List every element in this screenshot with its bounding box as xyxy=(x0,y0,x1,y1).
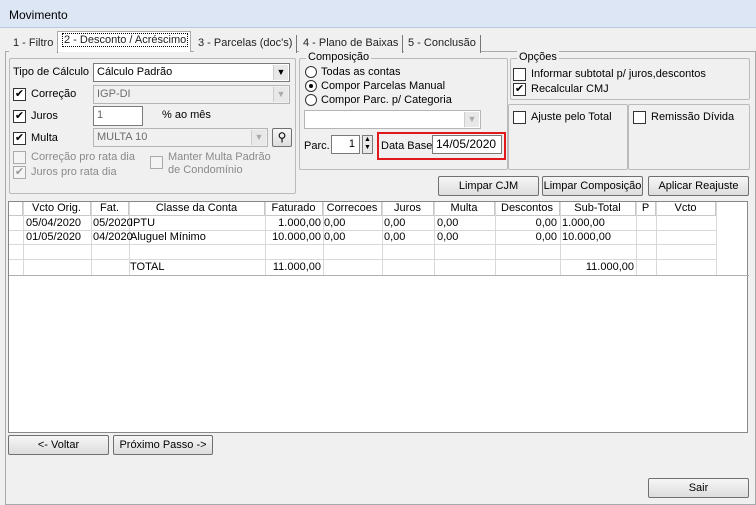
radio-todas-contas-label: Todas as contas xyxy=(321,66,401,78)
cell-descontos: 0,00 xyxy=(535,231,557,243)
cell-juros: 0,00 xyxy=(384,231,406,243)
col-vcto[interactable]: Vcto xyxy=(656,202,716,216)
col-classe-conta[interactable]: Classe da Conta xyxy=(129,202,265,216)
correcao-select[interactable]: IGP-DI ▼ xyxy=(93,85,290,104)
total-faturado: 11.000,00 xyxy=(272,261,321,273)
multa-label: Multa xyxy=(31,132,58,144)
sair-button[interactable]: Sair xyxy=(648,478,749,498)
manter-multa-checkbox[interactable] xyxy=(150,156,163,169)
spin-up-icon[interactable]: ▲ xyxy=(363,136,372,144)
recalcular-cmj-checkbox[interactable]: ✔ xyxy=(513,83,526,96)
cell-multa: 0,00 xyxy=(437,231,459,243)
correcao-label: Correção xyxy=(31,88,77,100)
parc-spinner[interactable]: ▲ ▼ xyxy=(362,135,373,154)
proximo-passo-button[interactable]: Próximo Passo -> xyxy=(113,435,213,455)
tab-conclusao[interactable]: 5 - Conclusão xyxy=(404,35,481,53)
juros-label: Juros xyxy=(31,110,58,122)
juros-rata-label: Juros pro rata dia xyxy=(31,166,117,178)
informar-subtotal-checkbox[interactable] xyxy=(513,68,526,81)
cell-classe: IPTU xyxy=(130,217,156,229)
col-p[interactable]: P xyxy=(636,202,656,216)
cell-multa: 0,00 xyxy=(437,217,459,229)
cell-classe: Aluguel Mínimo xyxy=(130,231,206,243)
cell-subtotal: 10.000,00 xyxy=(562,231,611,243)
row-indicator-header xyxy=(9,202,23,216)
cell-faturado: 10.000,00 xyxy=(272,231,321,243)
tab-filtro[interactable]: 1 - Filtro xyxy=(9,35,59,53)
juros-unit-label: % ao mês xyxy=(162,109,211,121)
data-base-label: Data Base xyxy=(381,140,433,152)
cell-juros: 0,00 xyxy=(384,217,406,229)
juros-rata-checkbox[interactable]: ✔ xyxy=(13,166,26,179)
parc-input[interactable]: 1 xyxy=(331,135,360,154)
cell-faturado: 1.000,00 xyxy=(278,217,321,229)
chevron-down-icon: ▼ xyxy=(464,112,479,127)
chevron-down-icon: ▼ xyxy=(273,87,288,102)
window-titlebar: Movimento xyxy=(0,0,756,28)
col-descontos[interactable]: Descontos xyxy=(495,202,560,216)
col-correcoes[interactable]: Correcoes xyxy=(323,202,382,216)
window-title: Movimento xyxy=(9,8,68,22)
correcao-checkbox[interactable]: ✔ xyxy=(13,88,26,101)
ajuste-total-label: Ajuste pelo Total xyxy=(531,111,612,123)
binoculars-icon: ⚲ xyxy=(277,130,287,144)
col-juros[interactable]: Juros xyxy=(382,202,434,216)
radio-compor-categoria[interactable] xyxy=(305,94,317,106)
radio-compor-categoria-label: Compor Parc. p/ Categoria xyxy=(321,94,452,106)
radio-todas-contas[interactable] xyxy=(305,66,317,78)
parc-label: Parc. xyxy=(304,140,330,152)
remissao-divida-label: Remissão Dívida xyxy=(651,111,735,123)
cell-subtotal: 1.000,00 xyxy=(562,217,605,229)
categoria-select[interactable]: ▼ xyxy=(304,110,481,129)
cell-vcto-orig: 05/04/2020 xyxy=(26,217,82,229)
cell-correcoes: 0,00 xyxy=(324,217,346,229)
juros-checkbox[interactable]: ✔ xyxy=(13,110,26,123)
informar-subtotal-label: Informar subtotal p/ juros,descontos xyxy=(531,68,706,80)
total-subtotal: 11.000,00 xyxy=(585,261,634,273)
cell-fat: 05/2020 xyxy=(93,217,133,229)
voltar-button[interactable]: <- Voltar xyxy=(8,435,109,455)
correcao-rata-label: Correção pro rata dia xyxy=(31,151,135,163)
cell-descontos: 0,00 xyxy=(535,217,557,229)
cell-correcoes: 0,00 xyxy=(324,231,346,243)
spin-down-icon[interactable]: ▼ xyxy=(363,144,372,152)
chevron-down-icon: ▼ xyxy=(273,65,288,80)
tipo-calculo-select[interactable]: Cálculo Padrão ▼ xyxy=(93,63,290,82)
cell-fat: 04/2020 xyxy=(93,231,133,243)
composicao-title: Composição xyxy=(306,51,372,63)
recalcular-cmj-label: Recalcular CMJ xyxy=(531,83,609,95)
col-fat[interactable]: Fat. xyxy=(91,202,129,216)
col-multa[interactable]: Multa xyxy=(434,202,495,216)
aplicar-reajuste-button[interactable]: Aplicar Reajuste xyxy=(648,176,749,196)
tipo-calculo-label: Tipo de Cálculo xyxy=(13,66,90,78)
chevron-down-icon: ▼ xyxy=(251,130,266,145)
col-faturado[interactable]: Faturado xyxy=(265,202,323,216)
binoculars-button[interactable]: ⚲ xyxy=(272,128,292,147)
col-subtotal[interactable]: Sub-Total xyxy=(560,202,636,216)
tab-parcelas[interactable]: 3 - Parcelas (doc's) xyxy=(194,35,298,53)
manter-multa-label: Manter Multa Padrão de Condomínio xyxy=(168,151,271,176)
data-base-input[interactable]: 14/05/2020 xyxy=(432,135,502,154)
cell-vcto-orig: 01/05/2020 xyxy=(26,231,82,243)
juros-input[interactable]: 1 xyxy=(93,106,143,126)
ajuste-total-checkbox[interactable] xyxy=(513,111,526,124)
parcelas-table[interactable]: Vcto Orig. Fat. Classe da Conta Faturado… xyxy=(8,201,749,433)
remissao-divida-checkbox[interactable] xyxy=(633,111,646,124)
correcao-rata-checkbox[interactable] xyxy=(13,151,26,164)
opcoes-title: Opções xyxy=(517,51,559,63)
limpar-composicao-button[interactable]: Limpar Composição xyxy=(542,176,643,196)
radio-compor-manual[interactable] xyxy=(305,80,317,92)
tab-desconto-acrescimo[interactable]: 2 - Desconto / Acréscimo xyxy=(57,31,191,52)
total-label: TOTAL xyxy=(130,261,165,273)
col-vcto-orig[interactable]: Vcto Orig. xyxy=(23,202,91,216)
limpar-cjm-button[interactable]: Limpar CJM xyxy=(438,176,539,196)
radio-compor-manual-label: Compor Parcelas Manual xyxy=(321,80,446,92)
multa-checkbox[interactable]: ✔ xyxy=(13,132,26,145)
multa-select[interactable]: MULTA 10 ▼ xyxy=(93,128,268,147)
